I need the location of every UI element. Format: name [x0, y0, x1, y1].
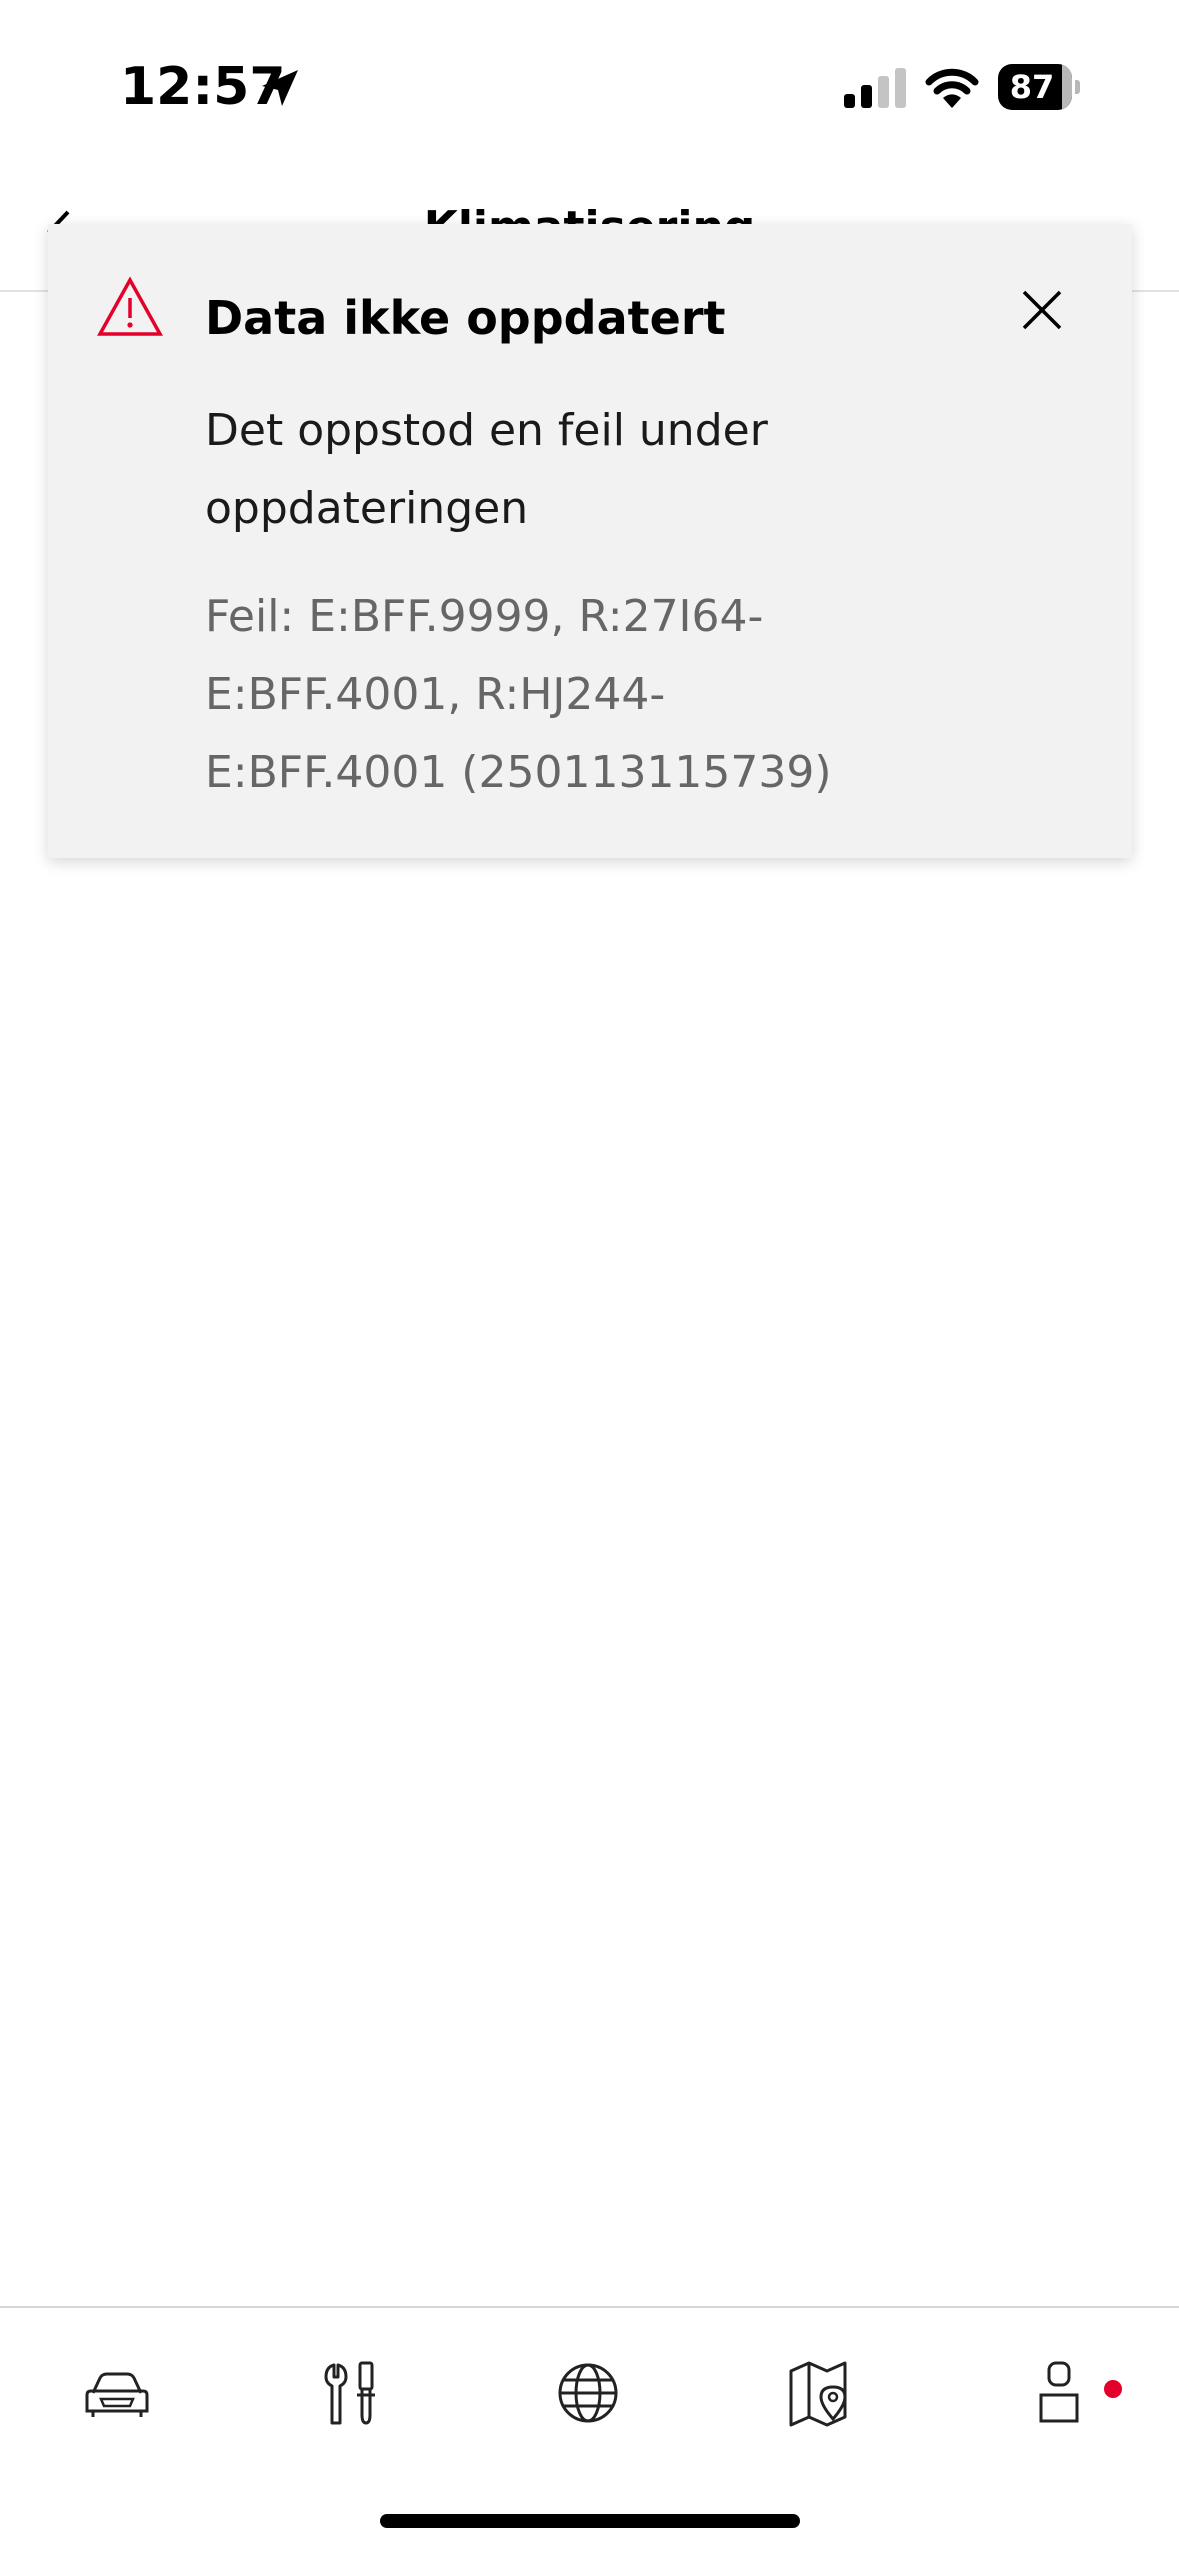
battery-level: 87 — [1009, 68, 1055, 106]
close-icon — [1022, 290, 1062, 330]
tools-icon — [324, 2361, 375, 2425]
tab-profile[interactable] — [1009, 2348, 1109, 2438]
battery-cap — [1075, 80, 1080, 94]
status-bar: 12:57 87 — [0, 0, 1179, 170]
toast-error-details: Feil: E:BFF.9999, R:27I64- E:BFF.4001, R… — [205, 578, 1085, 812]
cellular-signal-icon — [844, 68, 906, 108]
warning-triangle-icon — [97, 276, 163, 336]
close-button[interactable] — [1012, 280, 1072, 340]
notification-dot — [1104, 2380, 1122, 2398]
error-line: E:BFF.4001, R:HJ244- — [205, 669, 666, 720]
error-line: Feil: E:BFF.9999, R:27I64- — [205, 591, 764, 642]
battery-icon: 87 — [998, 64, 1080, 110]
globe-icon — [558, 2363, 618, 2423]
tab-service[interactable] — [302, 2348, 402, 2438]
tab-explore[interactable] — [538, 2348, 638, 2438]
toast-title: Data ikke oppdatert — [205, 291, 726, 345]
wifi-icon — [925, 68, 979, 108]
location-arrow-icon — [262, 70, 298, 106]
profile-icon — [1039, 2361, 1079, 2423]
home-indicator — [380, 2514, 800, 2528]
map-icon — [789, 2361, 847, 2427]
battery-body: 87 — [998, 64, 1072, 110]
tab-map[interactable] — [773, 2348, 873, 2438]
error-toast: Data ikke oppdatert Det oppstod en feil … — [48, 224, 1132, 858]
error-line: E:BFF.4001 (250113115739) — [205, 747, 832, 798]
car-icon — [85, 2372, 149, 2417]
tab-car[interactable] — [67, 2348, 167, 2438]
toast-message: Det oppstod en feil under oppdateringen — [205, 405, 768, 534]
